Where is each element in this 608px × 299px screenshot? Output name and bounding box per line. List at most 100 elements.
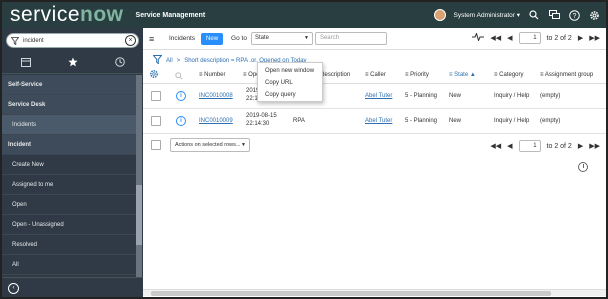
table-row[interactable]: i INC0010008 2019-08-1522:14:58 Abel Tut… bbox=[143, 84, 606, 109]
caller-link[interactable]: Abel Tuter bbox=[365, 118, 392, 124]
select-all-checkbox[interactable] bbox=[151, 140, 161, 150]
chevron-down-icon: ▼ bbox=[241, 142, 246, 148]
help-icon[interactable]: ? bbox=[568, 9, 580, 21]
row-checkbox[interactable] bbox=[151, 116, 161, 126]
gear-icon[interactable] bbox=[588, 9, 600, 21]
incident-number-link[interactable]: INC0010008 bbox=[199, 93, 233, 99]
user-menu[interactable]: System Administrator ▾ bbox=[454, 11, 521, 19]
top-banner: servicenow Service Management System Adm… bbox=[2, 2, 606, 28]
info-icon[interactable]: i bbox=[176, 91, 186, 101]
column-header-caller[interactable]: ≡ Caller bbox=[365, 72, 386, 78]
previous-page-icon[interactable]: ◀ bbox=[507, 34, 512, 42]
funnel-icon bbox=[11, 36, 19, 45]
footer-pager: ◀◀ ◀ 1 to 2 of 2 ▶ ▶▶ bbox=[490, 140, 600, 152]
breadcrumb-context-menu: Open new window Copy URL Copy query bbox=[257, 62, 323, 102]
all-apps-icon[interactable] bbox=[20, 57, 31, 70]
incident-table: ≡ Number ≡ Opened ≡ Short description ≡ … bbox=[143, 68, 606, 134]
footer-page-number-input[interactable]: 1 bbox=[518, 140, 541, 152]
menu-item-copy-query[interactable]: Copy query bbox=[258, 89, 322, 101]
app-window: servicenow Service Management System Adm… bbox=[0, 0, 608, 299]
application-navigator: incident × Self-Service Service Desk Inc… bbox=[2, 28, 143, 297]
servicenow-logo[interactable]: servicenow bbox=[10, 2, 124, 28]
column-header-assignment-group[interactable]: ≡ Assignment group bbox=[540, 72, 593, 78]
first-page-icon[interactable]: ◀◀ bbox=[490, 34, 501, 42]
last-page-icon[interactable]: ▶▶ bbox=[589, 142, 600, 150]
navigator-footer: ‹ bbox=[2, 277, 143, 297]
personalize-list-gear-icon[interactable] bbox=[149, 69, 159, 81]
chevron-down-icon: ▼ bbox=[304, 35, 309, 41]
assignment-group-cell: (empty) bbox=[540, 93, 561, 99]
nav-section-incident[interactable]: Incident bbox=[2, 135, 136, 155]
caller-link[interactable]: Abel Tuter bbox=[365, 93, 392, 99]
new-button[interactable]: New bbox=[201, 32, 224, 45]
filter-value: incident bbox=[23, 37, 44, 44]
last-page-icon[interactable]: ▶▶ bbox=[589, 34, 600, 42]
opened-cell: 2019-08-15 22:14:30 bbox=[246, 113, 277, 127]
search-icon[interactable] bbox=[528, 9, 540, 21]
list-footer: Actions on selected rows... ▼ ◀◀ ◀ 1 to 2… bbox=[143, 136, 606, 154]
list-header: ≡ Incidents New Go to State ▼ Search ◀◀ ◀… bbox=[143, 28, 606, 50]
actions-on-selected-select[interactable]: Actions on selected rows... ▼ bbox=[170, 138, 250, 152]
table-header: ≡ Number ≡ Opened ≡ Short description ≡ … bbox=[143, 68, 606, 84]
clock-icon[interactable] bbox=[578, 162, 588, 172]
first-page-icon[interactable]: ◀◀ bbox=[490, 142, 501, 150]
priority-cell: 5 - Planning bbox=[405, 93, 438, 99]
nav-item-create-new[interactable]: Create New bbox=[2, 155, 136, 175]
list-view: ≡ Incidents New Go to State ▼ Search ◀◀ ◀… bbox=[143, 28, 606, 297]
user-avatar[interactable] bbox=[433, 9, 446, 21]
next-page-icon[interactable]: ▶ bbox=[578, 34, 583, 42]
menu-item-open-new-window[interactable]: Open new window bbox=[258, 65, 322, 77]
page-number-input[interactable]: 1 bbox=[518, 32, 541, 44]
next-page-icon[interactable]: ▶ bbox=[578, 142, 583, 150]
collapse-navigator-icon[interactable]: ‹ bbox=[8, 283, 19, 294]
horizontal-scrollbar[interactable] bbox=[143, 289, 606, 296]
svg-text:?: ? bbox=[572, 13, 576, 20]
navigator-filter-input[interactable]: incident × bbox=[6, 33, 139, 48]
menu-item-copy-url[interactable]: Copy URL bbox=[258, 77, 322, 89]
nav-item-open-unassigned[interactable]: Open - Unassigned bbox=[2, 215, 136, 235]
search-input[interactable]: Search bbox=[314, 32, 387, 45]
breadcrumb-separator: > bbox=[176, 57, 181, 64]
category-cell: Inquiry / Help bbox=[494, 118, 530, 124]
column-search-icon[interactable] bbox=[175, 72, 183, 82]
priority-cell: 5 - Planning bbox=[405, 118, 438, 124]
nav-item-incidents[interactable]: Incidents bbox=[2, 115, 136, 135]
activity-icon[interactable] bbox=[472, 32, 485, 43]
history-icon[interactable] bbox=[114, 57, 125, 70]
state-cell: New bbox=[449, 118, 462, 124]
chat-icon[interactable] bbox=[548, 9, 560, 21]
nav-item-open[interactable]: Open bbox=[2, 195, 136, 215]
incident-number-link[interactable]: INC0010009 bbox=[199, 118, 233, 124]
navigator-scrollbar[interactable] bbox=[136, 75, 142, 285]
filter-funnel-icon[interactable] bbox=[152, 55, 163, 66]
table-row[interactable]: i INC0010009 2019-08-15 22:14:30 RPA Abel… bbox=[143, 109, 606, 134]
nav-section-service-desk[interactable]: Service Desk bbox=[2, 95, 136, 115]
page-range: to 2 of 2 bbox=[546, 34, 572, 42]
goto-field-select[interactable]: State ▼ bbox=[250, 32, 313, 45]
info-icon[interactable]: i bbox=[176, 116, 186, 126]
nav-section-self-service[interactable]: Self-Service bbox=[2, 75, 136, 95]
assignment-group-cell: (empty) bbox=[540, 118, 561, 124]
breadcrumb-all[interactable]: All bbox=[166, 58, 173, 64]
nav-item-resolved[interactable]: Resolved bbox=[2, 235, 136, 255]
nav-item-assigned-to-me[interactable]: Assigned to me bbox=[2, 175, 136, 195]
short-description-cell: RPA bbox=[293, 118, 305, 124]
column-header-state[interactable]: ≡ State ▲ bbox=[449, 72, 476, 78]
column-header-category[interactable]: ≡ Category bbox=[494, 72, 524, 78]
favorites-icon[interactable] bbox=[67, 57, 78, 70]
row-checkbox[interactable] bbox=[151, 91, 161, 101]
goto-label: Go to bbox=[231, 35, 247, 42]
previous-page-icon[interactable]: ◀ bbox=[507, 142, 512, 150]
navigator-menu: Self-Service Service Desk Incidents Inci… bbox=[2, 75, 136, 275]
category-cell: Inquiry / Help bbox=[494, 93, 530, 99]
state-cell: New bbox=[449, 93, 462, 99]
sort-ascending-icon: ▲ bbox=[469, 72, 476, 78]
nav-item-all[interactable]: All bbox=[2, 255, 136, 275]
clear-filter-icon[interactable]: × bbox=[125, 35, 136, 46]
list-menu-icon[interactable]: ≡ bbox=[149, 33, 161, 45]
app-name: Service Management bbox=[135, 11, 206, 19]
column-header-priority[interactable]: ≡ Priority bbox=[405, 72, 429, 78]
list-title: Incidents bbox=[169, 35, 196, 42]
column-header-number[interactable]: ≡ Number bbox=[199, 72, 226, 78]
footer-page-range: to 2 of 2 bbox=[546, 142, 572, 150]
